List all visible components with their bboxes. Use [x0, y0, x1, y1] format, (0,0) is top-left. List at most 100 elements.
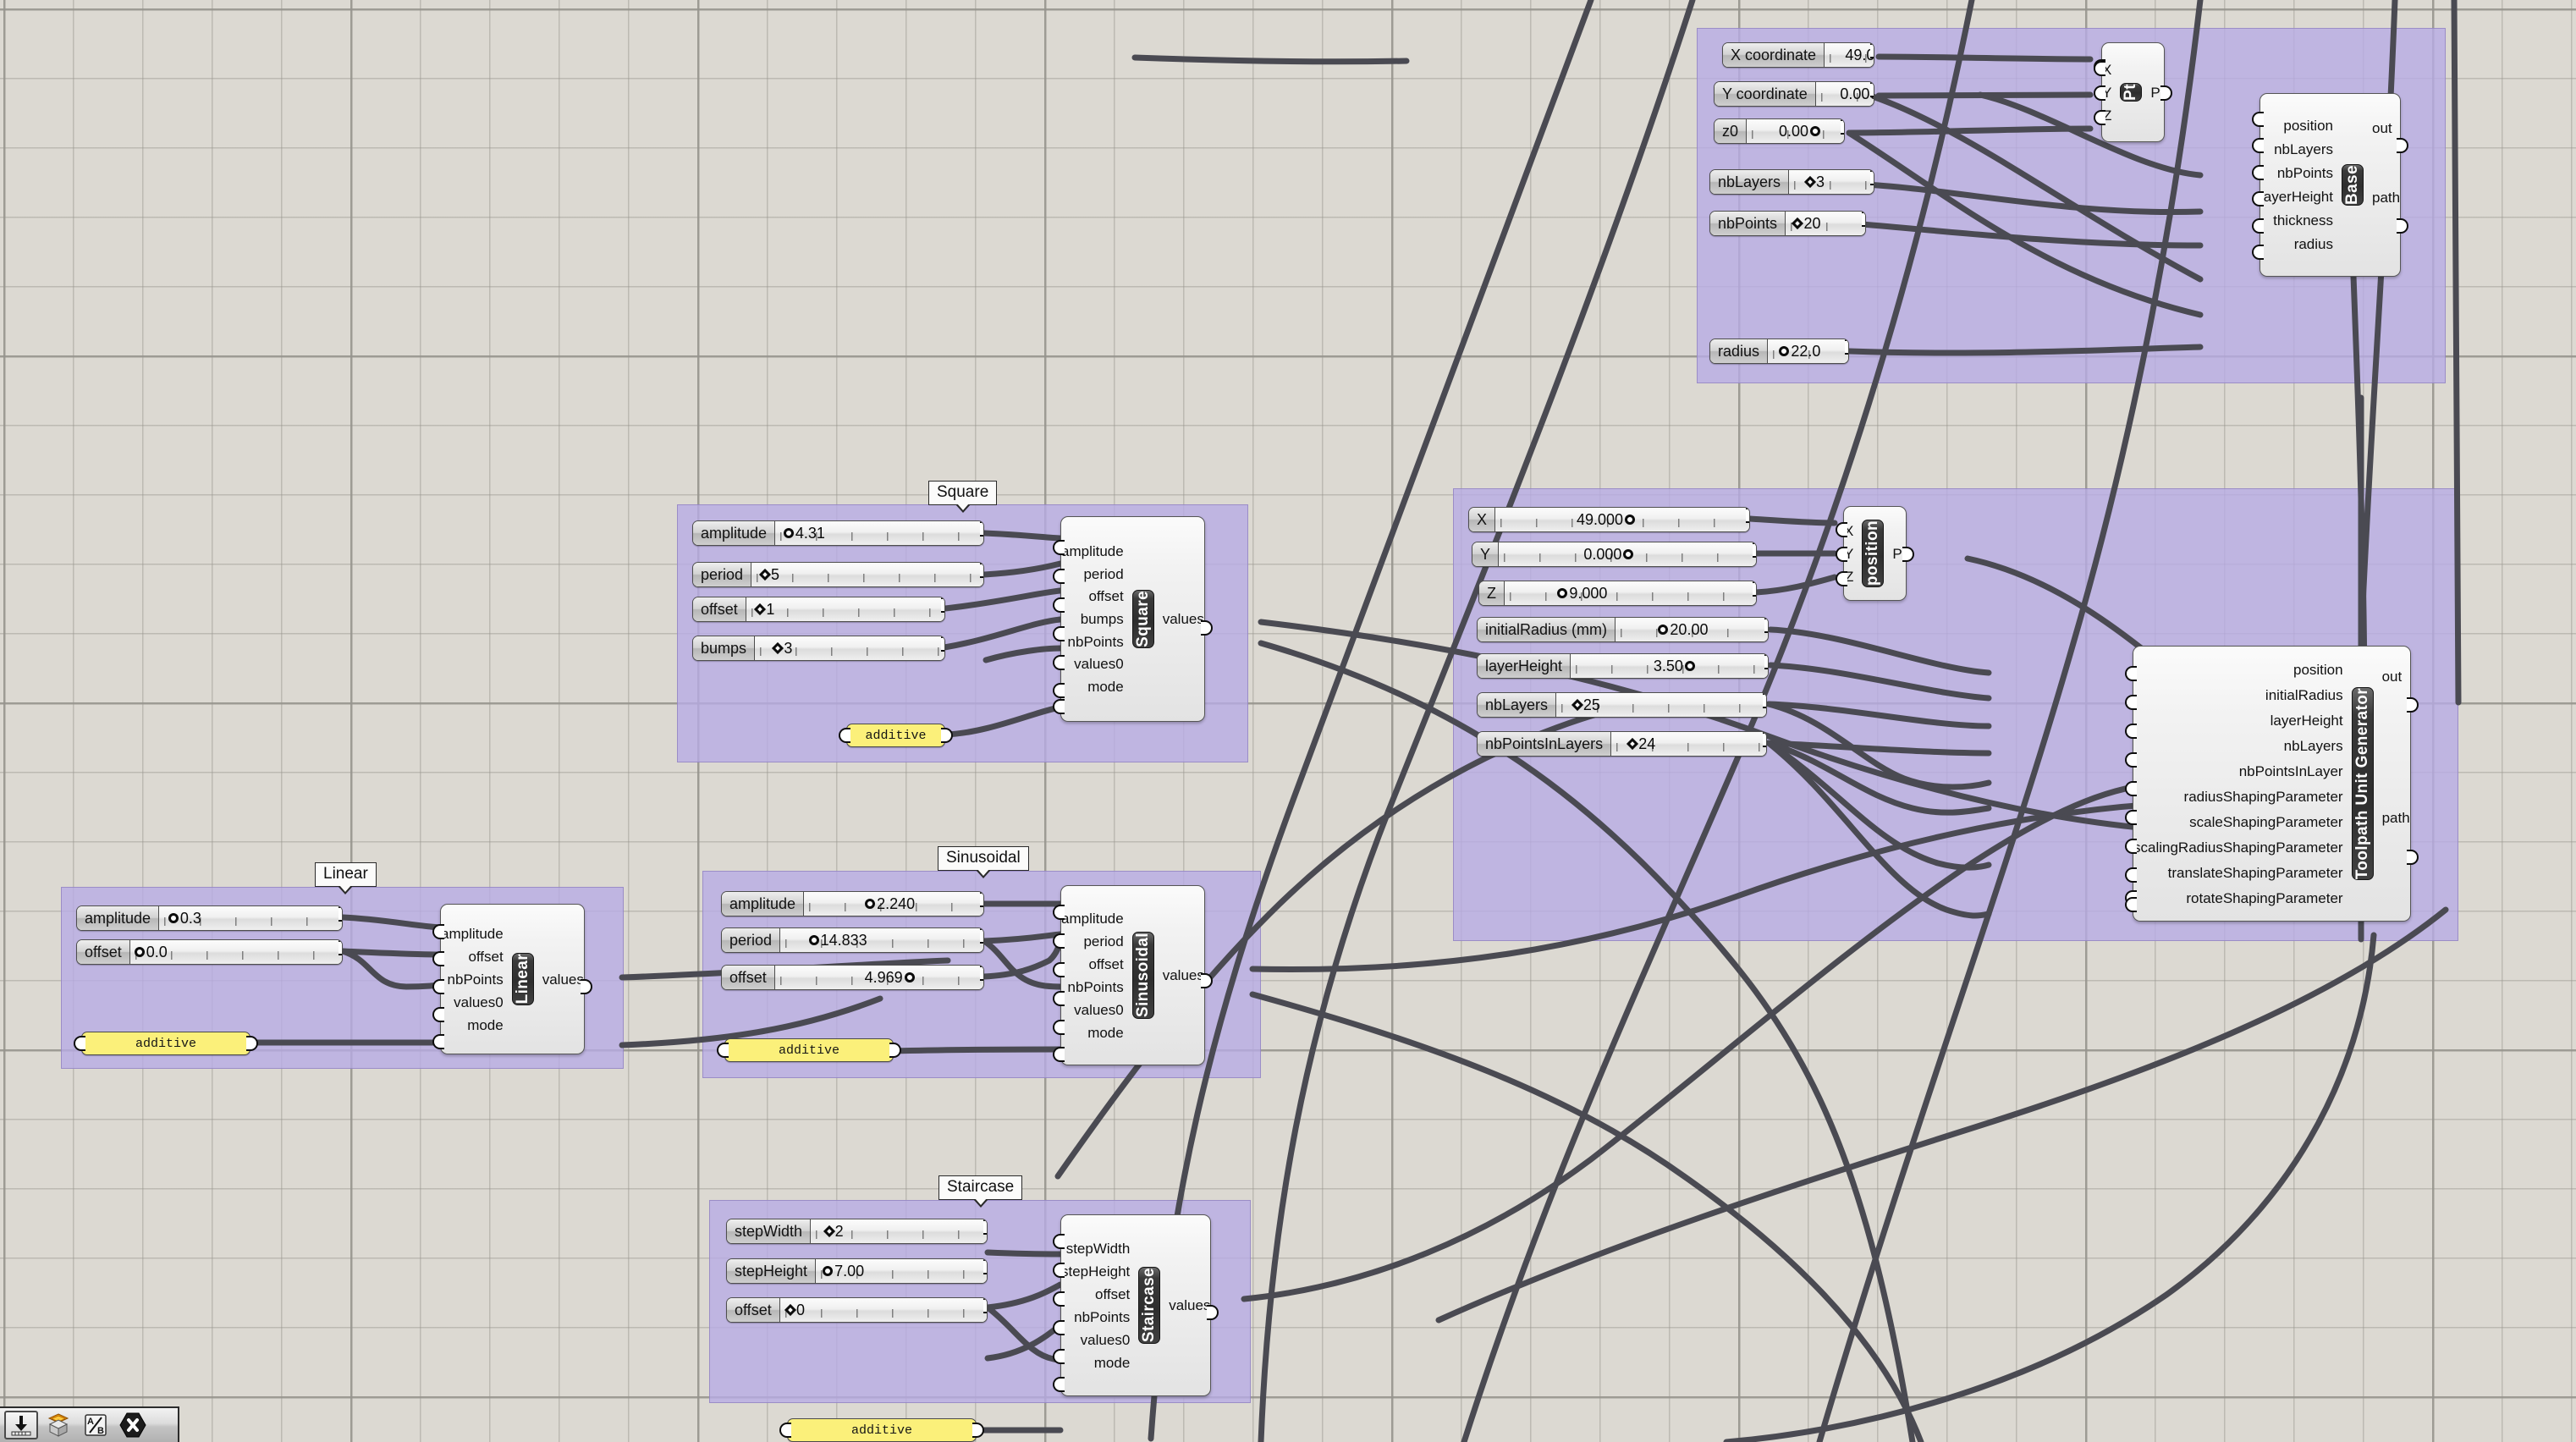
slider-knob-circle-icon[interactable] — [904, 972, 915, 982]
slider-track[interactable]: 2 — [811, 1219, 987, 1243]
port-out-path[interactable]: path — [2382, 805, 2410, 830]
output-port-nub[interactable] — [983, 1219, 987, 1235]
input-port-nub-offset[interactable] — [1053, 597, 1065, 613]
port-in-mode[interactable]: mode — [1087, 1021, 1124, 1044]
port-in-mode[interactable]: mode — [467, 1014, 504, 1037]
slider-track[interactable]: 9.000 — [1505, 581, 1756, 605]
port-in-thickness[interactable]: thickness — [2273, 209, 2333, 233]
slider-knob-diamond-icon[interactable] — [784, 1303, 797, 1317]
input-port-nub-z[interactable] — [2094, 110, 2105, 125]
input-port-nub-amplitude[interactable] — [432, 924, 444, 939]
port-in-nbpointsinlayer[interactable]: nbPointsInLayer — [2239, 758, 2343, 784]
slider-track[interactable]: 20 — [1786, 212, 1865, 235]
port-in-nblayers[interactable]: nbLayers — [2284, 733, 2343, 758]
slider-knob-circle-icon[interactable] — [1623, 549, 1634, 559]
slider-linear-offset[interactable]: offset 0.0 — [76, 939, 343, 965]
output-port-nub[interactable] — [1845, 339, 1848, 355]
port-in-offset[interactable]: offset — [468, 945, 503, 968]
port-in-nbpoints[interactable]: nbPoints — [448, 968, 504, 991]
slider-track[interactable]: 0.00 — [1747, 119, 1844, 143]
slider-x-coordinate[interactable]: X coordinate 49.000 — [1722, 42, 1874, 68]
slider-track[interactable]: 3 — [1789, 170, 1874, 194]
slider-staircase-stepwidth[interactable]: stepWidth 2 — [726, 1219, 988, 1244]
input-port-nub-mode[interactable] — [1053, 1047, 1065, 1062]
node-sinusoidal[interactable]: amplitude period offset nbPoints values0… — [1053, 885, 1213, 1065]
port-in-amplitude[interactable]: amplitude — [441, 922, 504, 945]
slider-track[interactable]: 2.240 — [804, 892, 983, 916]
slider-track[interactable]: 0 — [779, 1298, 987, 1322]
port-in-layerheight[interactable]: layerHeight — [2260, 185, 2333, 209]
input-port-nub-nbpoints[interactable] — [1053, 1320, 1065, 1335]
port-in-nbpoints[interactable]: nbPoints — [2277, 162, 2333, 185]
input-port-nub-stepheight[interactable] — [1053, 1263, 1065, 1278]
port-in-values0[interactable]: values0 — [1074, 652, 1124, 675]
slider-knob-diamond-icon[interactable] — [1627, 737, 1639, 751]
input-port-nub-values0[interactable] — [432, 1007, 444, 1022]
output-port-nub[interactable] — [941, 597, 944, 613]
output-port-nub[interactable] — [980, 563, 983, 578]
slider-track[interactable]: 49.000 — [1495, 508, 1749, 531]
slider-knob-diamond-icon[interactable] — [772, 641, 784, 655]
port-in-amplitude[interactable]: amplitude — [1061, 907, 1124, 930]
input-port-nub-values0[interactable] — [1053, 1020, 1065, 1035]
slider-knob-diamond-icon[interactable] — [754, 603, 767, 616]
input-port-nub-x[interactable] — [2094, 61, 2105, 76]
port-in-offset[interactable]: offset — [1088, 953, 1123, 976]
input-port-nub-nbpointsinlayer[interactable] — [2125, 781, 2137, 796]
input-port-nub[interactable] — [717, 1043, 729, 1058]
output-port-nub[interactable] — [980, 928, 983, 944]
input-port-nub-nbpoints[interactable] — [1053, 655, 1065, 670]
output-port-nub[interactable] — [1753, 581, 1756, 597]
taskbar-button-a-over-b[interactable]: A B — [79, 1411, 113, 1439]
slider-square-period[interactable]: period 5 — [692, 562, 984, 587]
input-port-nub-radiusshapingparameter[interactable] — [2125, 810, 2137, 825]
slider-knob-circle-icon[interactable] — [1557, 588, 1568, 598]
slider-base-nbpoints[interactable]: nbPoints 20 — [1709, 211, 1866, 236]
input-port-nub-layerheight[interactable] — [2252, 191, 2264, 206]
input-port-nub-y[interactable] — [2094, 85, 2105, 101]
input-port-nub-stepwidth[interactable] — [1053, 1234, 1065, 1249]
slider-nbpoints-in-layers[interactable]: nbPointsInLayers 24 — [1477, 731, 1767, 757]
output-port-nub[interactable] — [1764, 654, 1768, 669]
port-in-layerheight[interactable]: layerHeight — [2271, 707, 2343, 733]
input-port-nub[interactable] — [779, 1423, 791, 1438]
port-in-position[interactable]: position — [2293, 657, 2343, 682]
slider-square-amplitude[interactable]: amplitude 4.31 — [692, 520, 984, 546]
slider-knob-diamond-icon[interactable] — [1792, 217, 1804, 230]
port-in-radiusshapingparameter[interactable]: radiusShapingParameter — [2184, 784, 2343, 809]
input-port-nub-scalingradiusshapingparameter[interactable] — [2125, 867, 2137, 883]
input-port-nub-z[interactable] — [1836, 571, 1847, 586]
input-port-nub-radius[interactable] — [2252, 245, 2264, 260]
port-in-values0[interactable]: values0 — [1074, 999, 1124, 1021]
port-in-nbpoints[interactable]: nbPoints — [1068, 976, 1124, 999]
slider-track[interactable]: 0.000 — [1499, 542, 1756, 566]
slider-knob-circle-icon[interactable] — [783, 528, 794, 538]
output-port-nub[interactable] — [1764, 618, 1768, 633]
input-port-nub-layerheight[interactable] — [2125, 724, 2137, 739]
output-port-nub[interactable] — [1763, 693, 1766, 708]
output-port-nub[interactable] — [980, 892, 983, 907]
port-in-mode[interactable]: mode — [1087, 675, 1124, 698]
output-port-nub[interactable] — [983, 1298, 987, 1313]
input-port-nub-mode[interactable] — [432, 1034, 444, 1049]
slider-knob-circle-icon[interactable] — [1625, 515, 1636, 525]
output-port-nub[interactable] — [1841, 119, 1844, 135]
slider-knob-circle-icon[interactable] — [865, 899, 876, 909]
slider-z0[interactable]: z0 0.00 — [1714, 118, 1845, 144]
slider-track[interactable]: 5 — [751, 563, 983, 586]
slider-track[interactable]: 3.50 — [1571, 654, 1768, 678]
slider-track[interactable]: 25 — [1556, 693, 1766, 717]
port-in-nbpoints[interactable]: nbPoints — [1074, 1306, 1130, 1329]
port-out-values[interactable]: values — [1169, 1298, 1210, 1313]
port-in-bumps[interactable]: bumps — [1081, 608, 1124, 630]
port-in-initialradius[interactable]: initialRadius — [2265, 682, 2343, 707]
port-in-values0[interactable]: values0 — [1081, 1329, 1131, 1351]
output-port-nub[interactable] — [1870, 43, 1874, 58]
input-port-nub-bumps[interactable] — [1053, 626, 1065, 641]
output-port-nub[interactable] — [980, 521, 983, 537]
port-in-translateshapingparameter[interactable]: translateShapingParameter — [2168, 860, 2343, 885]
port-in-amplitude[interactable]: amplitude — [1061, 540, 1124, 563]
node-position-pt[interactable]: X Y Z position Pt — [1836, 506, 1915, 601]
taskbar[interactable]: A B — [0, 1406, 179, 1442]
slider-sinusoidal-offset[interactable]: offset 4.969 — [721, 965, 984, 990]
